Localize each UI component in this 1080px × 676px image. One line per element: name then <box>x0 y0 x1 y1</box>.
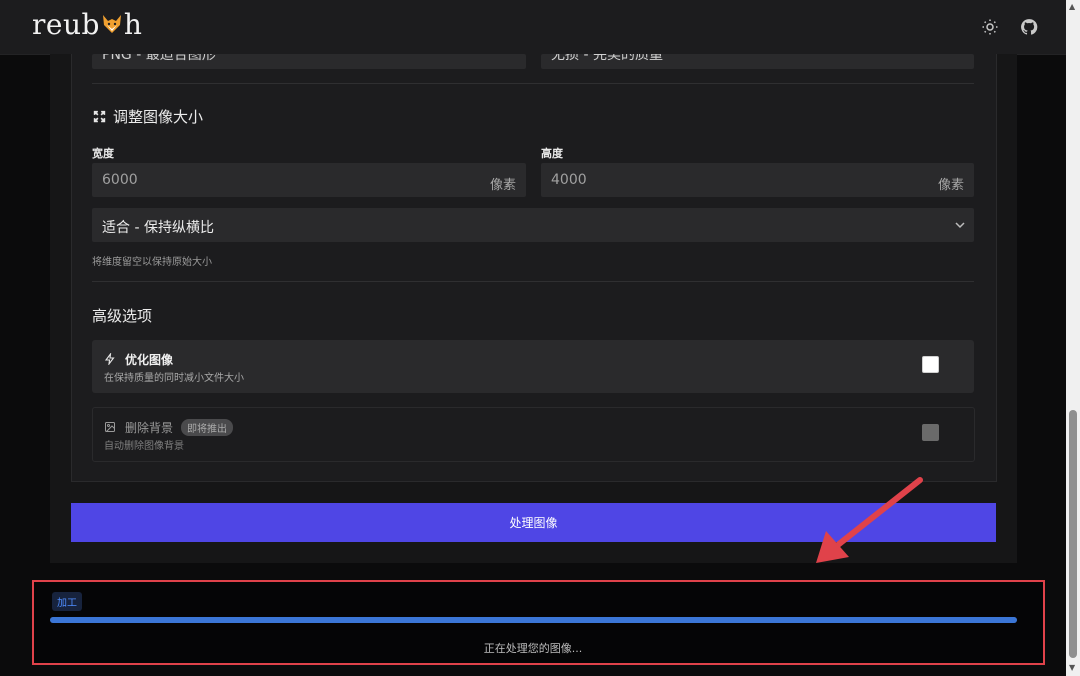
width-unit: 像素 <box>489 178 516 193</box>
processing-badge: 加工 <box>52 592 82 611</box>
height-label: 高度 <box>541 147 563 160</box>
fit-mode-value: 适合 - 保持纵横比 <box>102 220 214 236</box>
remove-background-desc: 自动删除图像背景 <box>104 441 184 452</box>
optimize-checkbox[interactable] <box>922 356 939 373</box>
lightning-icon <box>104 353 115 365</box>
section-divider <box>92 281 974 282</box>
section-divider <box>92 83 974 84</box>
coming-soon-badge: 即将推出 <box>181 419 233 436</box>
resize-hint: 将维度留空以保持原始大小 <box>92 257 212 268</box>
processing-status-text: 正在处理您的图像... <box>483 642 583 655</box>
github-icon[interactable] <box>1020 18 1038 36</box>
quality-select[interactable]: 无损 - 完美的质量 <box>541 54 974 69</box>
resize-section-title: 调整图像大小 <box>113 108 204 126</box>
width-input-placeholder: 6000 <box>102 172 138 188</box>
chevron-down-icon <box>955 222 965 229</box>
height-unit: 像素 <box>937 178 964 193</box>
process-image-button[interactable]: 处理图像 <box>71 503 996 542</box>
image-icon <box>105 422 115 432</box>
progress-fill <box>50 617 1017 623</box>
remove-background-title: 删除背景 <box>125 421 174 435</box>
scrollbar-thumb[interactable] <box>1069 410 1077 658</box>
optimize-desc: 在保持质量的同时减小文件大小 <box>104 373 244 384</box>
height-input[interactable]: 4000 像素 <box>541 163 974 197</box>
scroll-up-arrow-icon[interactable]: ▲ <box>1069 2 1075 11</box>
width-input[interactable]: 6000 像素 <box>92 163 526 197</box>
optimize-title: 优化图像 <box>125 353 174 367</box>
width-label: 宽度 <box>92 147 114 160</box>
advanced-section-title: 高级选项 <box>92 307 153 325</box>
format-select[interactable]: PNG - 最适合图形 <box>92 54 526 69</box>
quality-select-value: 无损 - 完美的质量 <box>551 54 663 63</box>
remove-background-checkbox <box>922 424 939 441</box>
remove-background-option: 删除背景 即将推出 自动删除图像背景 <box>92 407 975 462</box>
format-select-value: PNG - 最适合图形 <box>102 54 216 63</box>
app-header <box>0 0 1066 55</box>
sun-icon[interactable] <box>981 18 999 36</box>
scroll-down-arrow-icon[interactable]: ▼ <box>1069 663 1075 672</box>
expand-icon <box>93 110 106 123</box>
fox-icon <box>102 15 121 33</box>
app-logo[interactable]: reub h <box>32 8 142 41</box>
optimize-option[interactable]: 优化图像 在保持质量的同时减小文件大小 <box>92 340 974 393</box>
fit-mode-select[interactable]: 适合 - 保持纵横比 <box>92 208 974 242</box>
height-input-placeholder: 4000 <box>551 172 587 188</box>
